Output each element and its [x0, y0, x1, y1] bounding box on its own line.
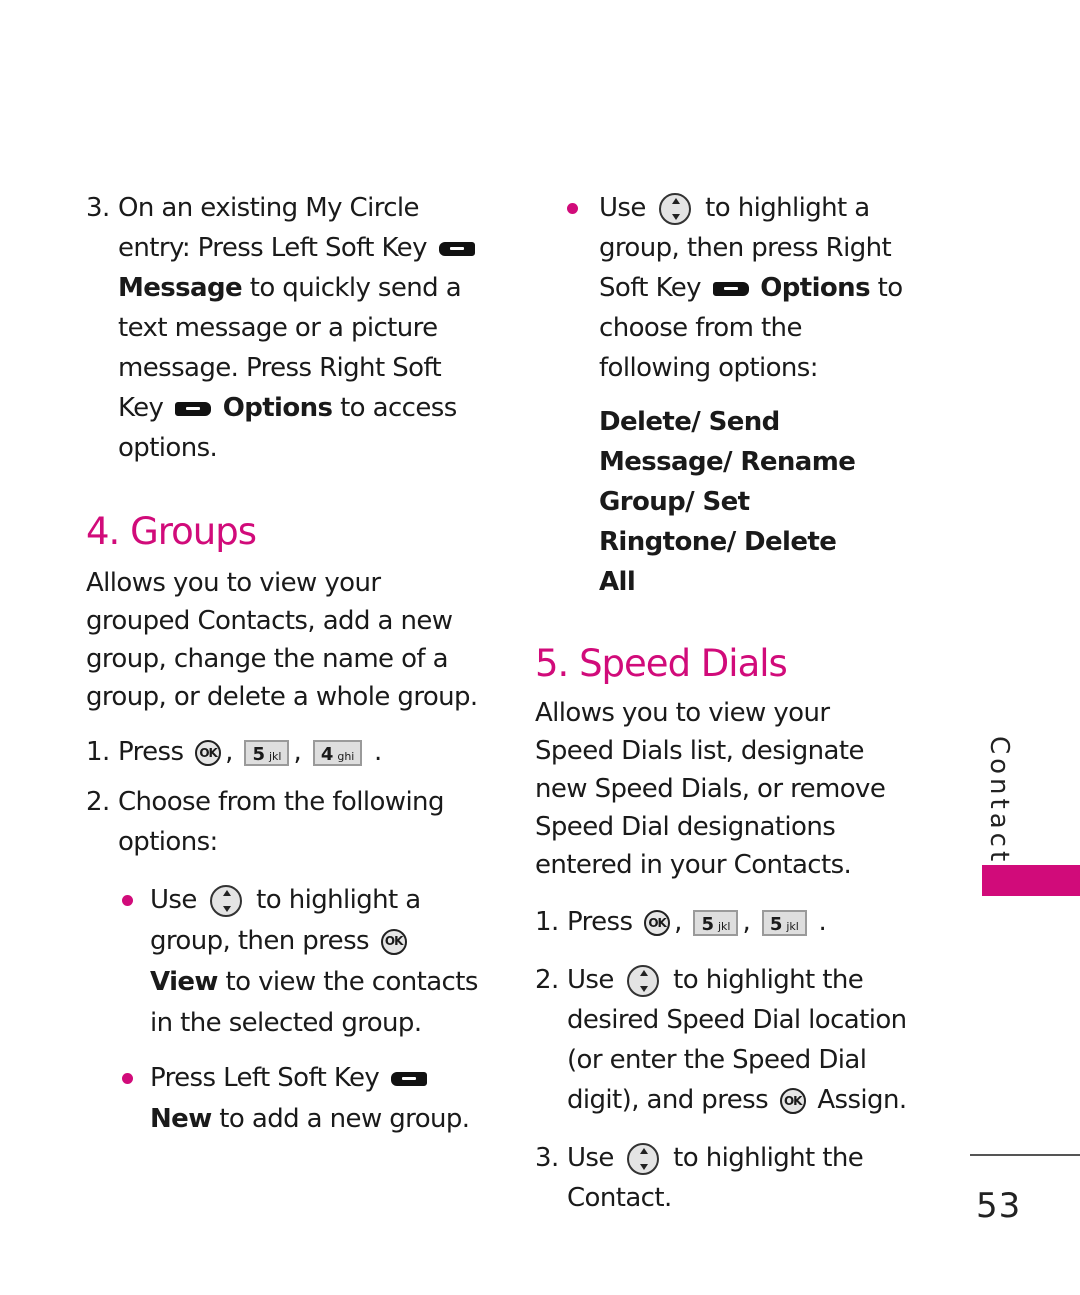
key-letters: ghi: [337, 749, 355, 763]
key-letters: jkl: [717, 919, 731, 933]
bullet-group-options: Use to highlight a group, then press Rig…: [535, 188, 915, 388]
bullet-dot: [122, 1073, 133, 1084]
page-number: 53: [976, 1186, 1022, 1226]
group-options-list: Delete/ Send Message/ Rename Group/ Set …: [599, 407, 856, 597]
groups-heading: 4. Groups: [86, 510, 257, 553]
left-soft-key-icon: [390, 1071, 427, 1086]
bullet-new-group: Press Left Soft Key New to add a new gro…: [118, 1058, 486, 1140]
key-5-icon: 5 jkl: [761, 909, 807, 936]
speed-dials-step-1: 1. Press OK, 5 jkl, 5 jkl .: [535, 902, 915, 942]
groups-options-list: Use to highlight a group, then press OK …: [86, 880, 486, 1140]
bullet-dot: [567, 203, 578, 214]
groups-description: Allows you to view your grouped Contacts…: [86, 568, 478, 712]
navigation-key-icon: [627, 1142, 660, 1175]
ok-key-icon: OK: [644, 909, 671, 936]
step-number: 3.: [535, 1143, 559, 1173]
ok-key-icon: OK: [380, 928, 407, 955]
key-4-icon: 4 ghi: [312, 739, 363, 766]
bullet-text: Use: [150, 885, 197, 915]
key-5-icon: 5 jkl: [693, 909, 739, 936]
step-number: 3.: [86, 193, 110, 223]
key-digit: 5: [769, 913, 783, 935]
ok-key-icon: OK: [195, 739, 222, 766]
options-label: Options: [222, 393, 333, 423]
bullet-text: to add a new group.: [219, 1104, 470, 1134]
navigation-key-icon: [659, 192, 692, 225]
step-3-my-circle: 3. On an existing My Circle entry: Press…: [86, 188, 486, 468]
navigation-key-icon: [627, 964, 660, 997]
step-number: 1.: [535, 907, 559, 937]
step-text: On an existing My Circle entry: Press Le…: [118, 193, 427, 263]
speed-dials-description: Allows you to view your Speed Dials list…: [535, 698, 886, 880]
speed-dials-step-3: 3. Use to highlight the Contact.: [535, 1138, 915, 1218]
bullet-text: Use: [599, 193, 646, 223]
step-number: 2.: [86, 787, 110, 817]
key-5-icon: 5 jkl: [244, 739, 290, 766]
section-tab-marker: [982, 865, 1080, 896]
left-soft-key-icon: [438, 241, 475, 256]
key-digit: 5: [701, 913, 714, 935]
key-digit: 5: [252, 743, 265, 765]
key-letters: jkl: [268, 749, 282, 763]
step-number: 2.: [535, 965, 559, 995]
step-text: Choose from the following options:: [118, 787, 444, 857]
period: .: [374, 737, 382, 767]
groups-step-1: 1. Press OK, 5 jkl, 4 ghi .: [86, 732, 486, 772]
view-label: View: [150, 967, 218, 997]
separator: ,: [674, 907, 682, 937]
speed-dials-heading: 5. Speed Dials: [535, 642, 788, 685]
navigation-key-icon: [210, 884, 243, 917]
section-label: Contacts: [984, 736, 1014, 883]
key-letters: jkl: [786, 919, 799, 933]
right-column: Use to highlight a group, then press Rig…: [535, 188, 915, 1218]
groups-step-2: 2. Choose from the following options:: [86, 782, 486, 862]
options-label: Options: [760, 273, 870, 303]
assign-label: Assign.: [817, 1085, 907, 1115]
step-text: Use: [567, 965, 614, 995]
bullet-view-group: Use to highlight a group, then press OK …: [118, 880, 486, 1044]
bullet-text: Press Left Soft Key: [150, 1063, 380, 1093]
step-number: 1.: [86, 737, 110, 767]
bullet-dot: [122, 895, 133, 906]
speed-dials-step-2: 2. Use to highlight the desired Speed Di…: [535, 960, 915, 1120]
period: .: [818, 907, 827, 937]
press-label: Press: [118, 737, 184, 767]
message-label: Message: [118, 273, 243, 303]
separator: ,: [742, 907, 751, 937]
key-digit: 4: [320, 743, 334, 765]
ok-key-icon: OK: [779, 1087, 806, 1114]
left-column: 3. On an existing My Circle entry: Press…: [86, 188, 486, 1140]
new-label: New: [150, 1104, 212, 1134]
right-soft-key-icon: [175, 401, 212, 416]
page-number-divider: [970, 1154, 1080, 1156]
step-text: Use: [567, 1143, 614, 1173]
right-soft-key-icon: [712, 281, 749, 296]
press-label: Press: [567, 907, 633, 937]
separator: ,: [225, 737, 233, 767]
separator: ,: [293, 737, 302, 767]
